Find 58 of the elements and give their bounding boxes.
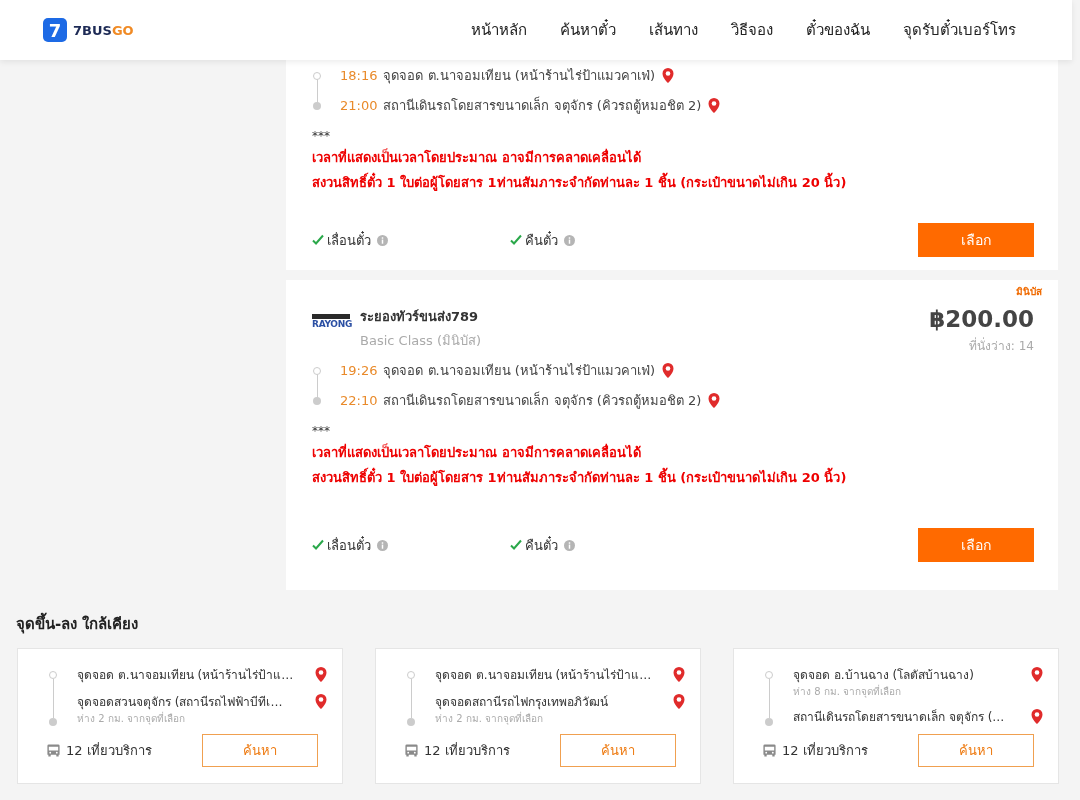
stop-time: 22:10: [340, 393, 378, 408]
feature-label: เลื่อนตั๋ว: [327, 230, 371, 250]
feature-label: เลื่อนตั๋ว: [327, 535, 371, 555]
nav-link[interactable]: จุดรับตั๋วเบอร์โทร: [903, 18, 1016, 42]
notice-text: สงวนสิทธิ์ตั๋ว 1 ใบต่อผู้โดยสาร 1ท่านสัมภาระจำกัดท่านละ 1 ชิ้น (กระเป๋าขนาดไม่เกิน 20 นิ้ว): [312, 467, 1034, 488]
map-pin-icon[interactable]: [672, 692, 686, 711]
logo-mark[interactable]: 7: [43, 18, 67, 42]
distance-text: ห่าง 2 กม. จากจุดที่เลือก: [435, 711, 545, 726]
vehicle-type-label: มินิบัส: [1016, 285, 1042, 299]
bus-icon: [404, 743, 419, 758]
operator-name: ระยองทัวร์ขนส่ง789: [360, 308, 480, 326]
stop-time: 18:16: [340, 68, 378, 83]
stop-name: จุดจอด ต.นาจอมเทียน (หน้าร้านไร่ป้าแมวคาเฟ่): [383, 67, 655, 86]
map-pin-icon[interactable]: [314, 692, 328, 711]
stop-name: จุดจอด ต.นาจอมเทียน (หน้าร้านไร่ป้าแ…: [77, 667, 294, 684]
notice-text: สงวนสิทธิ์ตั๋ว 1 ใบต่อผู้โดยสาร 1ท่านสัมภาระจำกัดท่านละ 1 ชิ้น (กระเป๋าขนาดไม่เกิน 20 นิ้ว): [312, 172, 1034, 193]
distance-text: ห่าง 8 กม. จากจุดที่เลือก: [793, 684, 903, 699]
map-pin-icon[interactable]: [707, 96, 722, 115]
trip-count: 12 เที่ยวบริการ: [782, 741, 868, 760]
bus-class: Basic Class (มินิบัส): [360, 332, 483, 350]
trip-count: 12 เที่ยวบริการ: [66, 741, 152, 760]
map-pin-icon[interactable]: [707, 391, 722, 410]
nav-link[interactable]: เส้นทาง: [649, 18, 698, 42]
stop-time: 19:26: [340, 363, 378, 378]
stop-name: จุดจอด ต.นาจอมเทียน (หน้าร้านไร่ป้าแมวคาเฟ่): [383, 362, 655, 381]
stop-name: สถานีเดินรถโดยสารขนาดเล็ก จตุจักร (…: [793, 708, 1005, 726]
stop-name: สถานีเดินรถโดยสารขนาดเล็ก จตุจักร (คิวรถตู้หมอชิต 2): [383, 95, 702, 116]
feature-label: คืนตั๋ว: [525, 535, 558, 555]
bus-icon: [762, 743, 777, 758]
stop-time: 21:00: [340, 98, 378, 113]
section-title: จุดขึ้น-ลง ใกล้เคียง: [16, 612, 1080, 636]
nav-link[interactable]: วิธีจอง: [731, 18, 773, 42]
distance-text: ห่าง 2 กม. จากจุดที่เลือก: [77, 711, 187, 726]
feature-label: คืนตั๋ว: [525, 230, 558, 250]
stop-name: สถานีเดินรถโดยสารขนาดเล็ก จตุจักร (คิวรถตู้หมอชิต 2): [383, 390, 702, 411]
map-pin-icon[interactable]: [672, 665, 686, 684]
map-pin-icon[interactable]: [1030, 707, 1044, 726]
operator-logo: RAYONG: [312, 314, 350, 329]
notice-text: เวลาที่แสดงเป็นเวลาโดยประมาณ อาจมีการคลาดเคลื่อนได้: [312, 442, 642, 462]
map-pin-icon[interactable]: [661, 361, 675, 380]
seats-available: ที่นั่งว่าง: 14: [967, 336, 1034, 355]
stop-name: จุดจอด อ.บ้านฉาง (โลตัสบ้านฉาง): [793, 667, 974, 684]
nav-link[interactable]: ค้นหาตั๋ว: [560, 18, 616, 42]
nav-link[interactable]: หน้าหลัก: [471, 18, 527, 42]
stop-name: จุดจอดสวนจตุจักร (สถานีรถไฟฟ้าบีทีเ…: [77, 694, 283, 711]
notice-text: เวลาที่แสดงเป็นเวลาโดยประมาณ อาจมีการคลาดเคลื่อนได้: [312, 147, 642, 167]
bus-icon: [46, 743, 61, 758]
map-pin-icon[interactable]: [661, 66, 675, 85]
note-mark: ***: [312, 424, 331, 438]
stop-name: จุดจอดสถานีรถไฟกรุงเทพอภิวัฒน์: [435, 694, 608, 711]
note-mark: ***: [312, 129, 331, 143]
stop-name: จุดจอด ต.นาจอมเทียน (หน้าร้านไร่ป้าแ…: [435, 667, 652, 684]
nav-link[interactable]: ตั๋วของฉัน: [806, 18, 870, 42]
map-pin-icon[interactable]: [1030, 665, 1044, 684]
trip-count: 12 เที่ยวบริการ: [424, 741, 510, 760]
map-pin-icon[interactable]: [314, 665, 328, 684]
logo-text[interactable]: 7BUSGO: [73, 22, 134, 38]
price: ฿200.00: [929, 306, 1034, 332]
